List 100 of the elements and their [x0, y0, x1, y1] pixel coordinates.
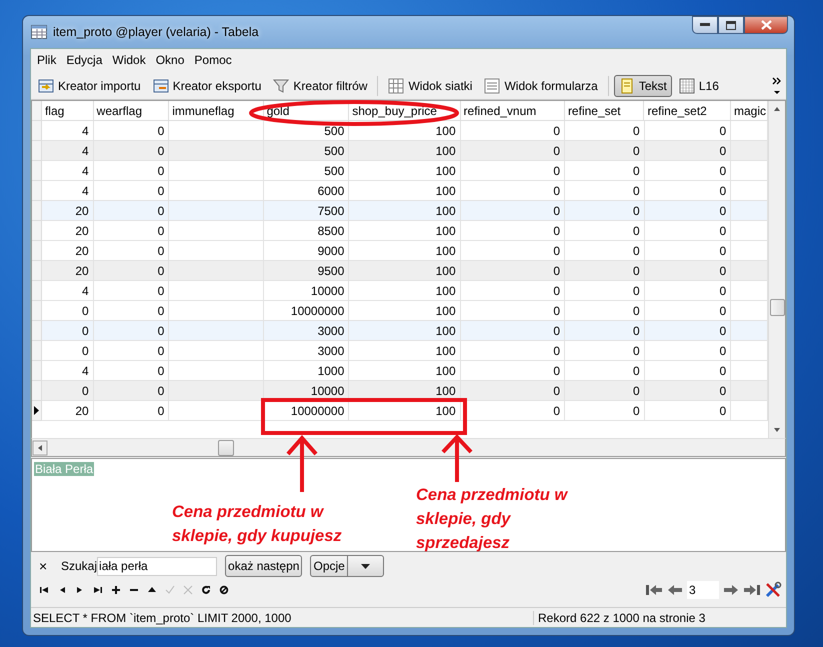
- table-cell: 0: [565, 141, 645, 161]
- toolbar-button[interactable]: Widok formularza: [479, 75, 603, 97]
- toolbar-button[interactable]: Tekst: [614, 75, 672, 97]
- table-cell: 0: [94, 221, 170, 241]
- table-cell: 0: [565, 321, 645, 341]
- table-cell: 0: [94, 341, 170, 361]
- search-field[interactable]: iała perła: [97, 556, 218, 576]
- memo-text: Biała Perła: [34, 462, 94, 476]
- annotation-note: Cena przedmiotu w sklepie, gdy kupujesz: [172, 502, 343, 547]
- status-query: SELECT * FROM `item_proto` LIMIT 2000, 1000: [31, 610, 534, 624]
- toolbar-button[interactable]: Widok siatki: [383, 75, 478, 97]
- column-header[interactable]: magic: [730, 101, 768, 121]
- column-header[interactable]: refine_set2: [644, 101, 731, 121]
- page-field[interactable]: 3: [687, 581, 719, 599]
- annotation-arrow: [286, 434, 318, 494]
- maximize-button[interactable]: [718, 16, 744, 34]
- menu-item[interactable]: Plik: [33, 52, 60, 70]
- search-label: Szukaj: [61, 559, 98, 573]
- status-record: Rekord 622 z 1000 na stronie 3: [537, 610, 706, 624]
- table-cell: 0: [565, 341, 645, 361]
- table-cell: 0: [565, 201, 645, 221]
- table-cell: 100: [349, 341, 461, 361]
- current-row-icon: [34, 406, 40, 415]
- table-cell: 0: [94, 321, 170, 341]
- options-button[interactable]: Opcje: [310, 555, 384, 577]
- table-cell: 0: [94, 161, 170, 181]
- table-cell: 0: [94, 381, 170, 401]
- menu-item[interactable]: Pomoc: [190, 52, 236, 70]
- table-cell: 0: [565, 221, 645, 241]
- table-cell: 100: [349, 201, 461, 221]
- table-cell: 0: [42, 341, 94, 361]
- table-cell: 10000000: [264, 401, 350, 421]
- table-cell: 0: [42, 321, 94, 341]
- grid-icon: [388, 78, 404, 94]
- minimize-icon: [700, 23, 710, 27]
- previous-page-icon[interactable]: [666, 583, 684, 597]
- toolbar-button[interactable]: Kreator filtrów: [268, 75, 372, 97]
- scroll-left-icon[interactable]: [32, 440, 48, 456]
- table-cell: 9500: [264, 261, 350, 281]
- table-cell: 8500: [264, 221, 350, 241]
- table-cell: 20: [42, 261, 94, 281]
- table-cell: 4: [42, 161, 94, 181]
- menu-item[interactable]: Widok: [108, 52, 150, 70]
- first-page-icon[interactable]: [645, 583, 663, 597]
- window-title: item_proto @player (velaria) - Tabela: [53, 25, 260, 39]
- table-cell: 500: [264, 141, 350, 161]
- filter-icon: [273, 78, 290, 94]
- column-header[interactable]: immuneflag: [169, 101, 264, 121]
- table-cell: 0: [460, 161, 566, 181]
- export-icon: [152, 78, 169, 94]
- table-cell: 0: [644, 321, 732, 341]
- scrollbar-thumb[interactable]: [218, 440, 234, 456]
- last-page-icon[interactable]: [743, 583, 761, 597]
- table-cell: 0: [94, 141, 170, 161]
- row-indicator[interactable]: [32, 401, 42, 421]
- table-cell: 0: [644, 381, 732, 401]
- table-cell: 0: [644, 341, 732, 361]
- table-cell: 20: [42, 201, 94, 221]
- table-cell: 500: [264, 161, 350, 181]
- table-cell: 7500: [264, 201, 350, 221]
- find-next-button[interactable]: okaż następn: [225, 555, 302, 577]
- table-cell: 10000: [264, 281, 350, 301]
- table-cell: 3000: [264, 341, 350, 361]
- caret-icon: [361, 564, 370, 568]
- table-cell: 20: [42, 221, 94, 241]
- close-button[interactable]: [744, 16, 788, 34]
- table-cell: 0: [460, 281, 566, 301]
- minimize-button[interactable]: [692, 16, 718, 34]
- maximize-icon: [726, 20, 736, 30]
- menu-item[interactable]: Edycja: [62, 52, 106, 70]
- annotation-note: Cena przedmiotu w sklepie, gdy sprzedajesz: [416, 485, 569, 554]
- table-cell: 0: [644, 161, 732, 181]
- table-cell: 0: [644, 401, 732, 421]
- table-cell: 0: [565, 261, 645, 281]
- column-header[interactable]: wearflag: [94, 101, 170, 121]
- toolbar-button[interactable]: L16: [674, 75, 724, 97]
- table-cell: 0: [94, 201, 170, 221]
- table-cell: 100: [349, 221, 461, 241]
- table-cell: 0: [644, 261, 732, 281]
- table-cell: 0: [42, 381, 94, 401]
- column-header[interactable]: flag: [42, 101, 94, 121]
- toolbar-button[interactable]: Kreator eksportu: [148, 75, 266, 97]
- toolbar-button[interactable]: Kreator importu: [33, 75, 146, 97]
- close-icon: [760, 20, 772, 30]
- scrollbar-thumb[interactable]: [770, 299, 785, 316]
- table-cell: 0: [460, 141, 566, 161]
- table-cell: 0: [460, 201, 566, 221]
- table-cell: 100: [349, 401, 461, 421]
- tools-icon[interactable]: [764, 581, 782, 599]
- table-cell: 0: [565, 281, 645, 301]
- table-icon: [31, 25, 47, 39]
- table-cell: 0: [565, 161, 645, 181]
- column-header[interactable]: refined_vnum: [460, 101, 565, 121]
- table-cell: 100: [349, 161, 461, 181]
- menu-item[interactable]: Okno: [152, 52, 188, 70]
- table-cell: 0: [94, 261, 170, 281]
- next-page-icon[interactable]: [722, 583, 740, 597]
- close-search-button[interactable]: ×: [39, 558, 57, 574]
- table-cell: 3000: [264, 321, 350, 341]
- column-header[interactable]: refine_set: [564, 101, 644, 121]
